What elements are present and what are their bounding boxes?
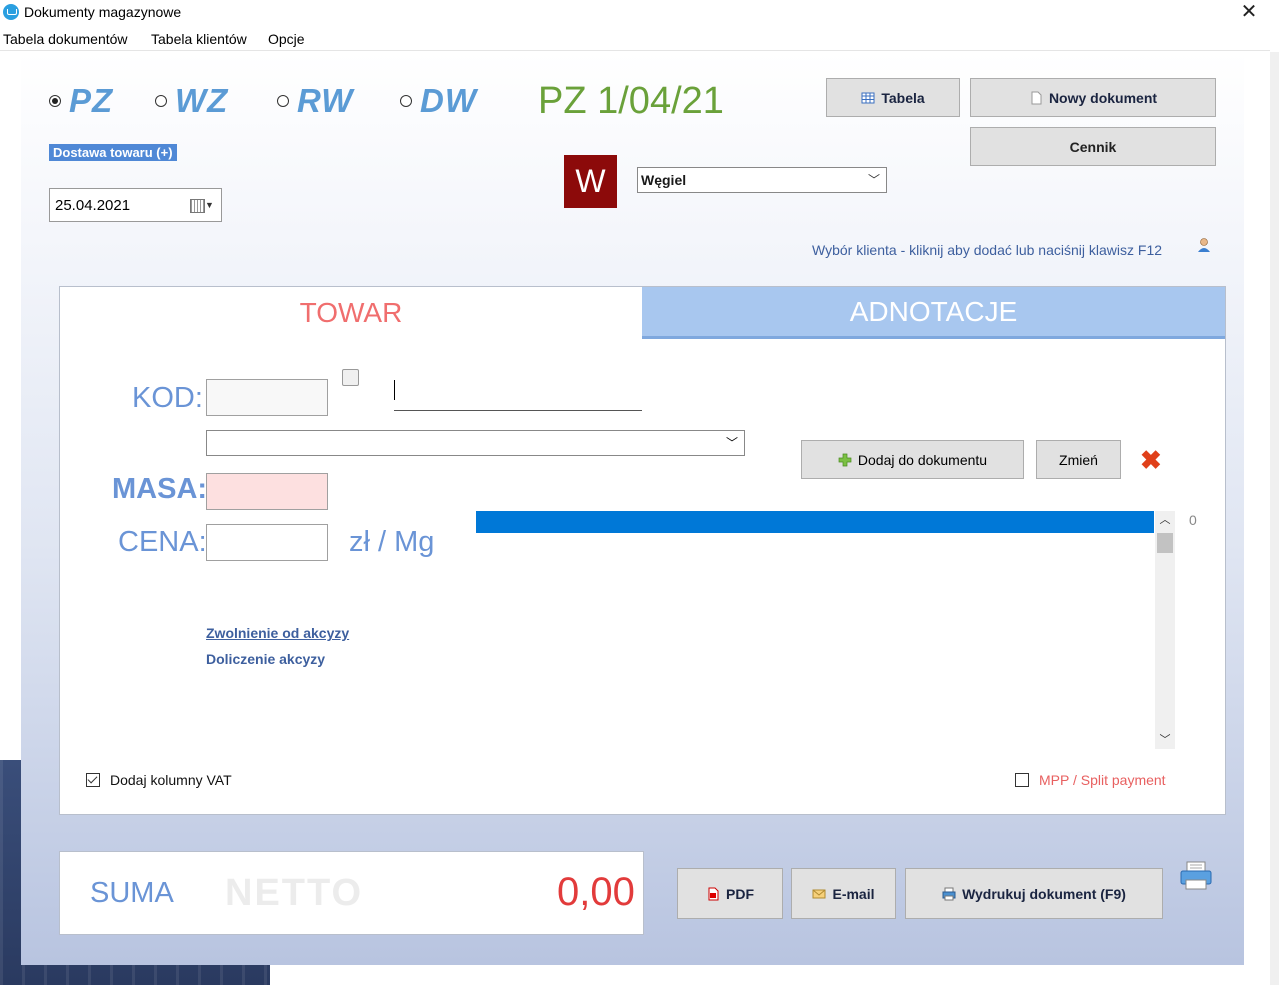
doc-type-label: PZ <box>69 82 114 119</box>
kod-label: KOD: <box>132 382 203 414</box>
doc-type-wz[interactable]: WZ <box>155 82 228 119</box>
sum-value: 0,00 <box>557 870 635 914</box>
scroll-thumb[interactable] <box>1157 533 1173 553</box>
document-subtype-badge: Dostawa towaru (+) <box>49 144 177 161</box>
new-document-button[interactable]: Nowy dokument <box>970 78 1216 117</box>
pdf-button-label: PDF <box>726 885 754 902</box>
delete-x-icon[interactable]: ✖ <box>1140 447 1162 473</box>
app-cart-icon <box>3 4 19 20</box>
doc-type-label: RW <box>297 82 354 119</box>
pdf-icon <box>708 887 719 900</box>
checkbox[interactable] <box>86 773 100 787</box>
radio-pz[interactable] <box>49 95 61 107</box>
items-list-header <box>476 511 1154 533</box>
item-panel: TOWAR ADNOTACJE KOD: ﹀ MASA: CENA: zł / … <box>59 286 1226 815</box>
email-button-label: E-mail <box>832 885 875 902</box>
date-value: 25.04.2021 <box>55 197 131 214</box>
scroll-down-arrow[interactable]: ﹀ <box>1155 731 1175 749</box>
email-button[interactable]: E-mail <box>791 868 896 919</box>
kod-input[interactable] <box>206 379 328 416</box>
menu-item-clients-table[interactable]: Tabela klientów <box>151 31 247 47</box>
items-list-scrollbar[interactable]: ︿ ﹀ <box>1155 511 1175 749</box>
masa-input[interactable] <box>206 473 328 510</box>
masa-label: MASA: <box>112 473 208 505</box>
table-button-label: Tabela <box>881 89 925 106</box>
new-document-label: Nowy dokument <box>1048 89 1158 106</box>
doc-type-label: WZ <box>175 82 229 119</box>
add-to-document-button[interactable]: Dodaj do dokumentu <box>801 440 1024 479</box>
chevron-down-icon: ﹀ <box>868 173 881 187</box>
date-picker[interactable]: 25.04.2021 ▼ <box>49 188 222 222</box>
checkbox[interactable] <box>1015 773 1029 787</box>
change-button-label: Zmień <box>1059 451 1098 468</box>
title-bar <box>0 0 1279 26</box>
vat-columns-label: Dodaj kolumny VAT <box>110 772 232 788</box>
print-document-label: Wydrukuj dokument (F9) <box>962 885 1126 902</box>
doc-type-dw[interactable]: DW <box>400 82 477 119</box>
plus-icon <box>838 453 852 466</box>
window-scrollbar[interactable] <box>1270 52 1279 985</box>
chevron-down-icon[interactable]: ▼ <box>205 200 214 210</box>
price-list-button[interactable]: Cennik <box>970 127 1216 166</box>
menu-item-options[interactable]: Opcje <box>268 31 305 47</box>
cena-label: CENA: <box>118 526 207 558</box>
window-title: Dokumenty magazynowe <box>24 4 182 20</box>
menu-divider <box>0 50 1270 51</box>
printer-icon <box>942 887 956 900</box>
print-document-button[interactable]: Wydrukuj dokument (F9) <box>905 868 1163 919</box>
client-select-value: Węgiel <box>641 172 687 188</box>
product-select[interactable]: ﹀ <box>206 430 745 456</box>
price-unit-label: zł / Mg <box>349 526 435 558</box>
menu-bar: Tabela dokumentów Tabela klientów Opcje <box>0 28 1279 50</box>
change-button[interactable]: Zmień <box>1036 440 1121 479</box>
tab-adnotacje[interactable]: ADNOTACJE <box>642 287 1225 339</box>
price-list-label: Cennik <box>1069 138 1117 155</box>
calendar-icon[interactable] <box>190 199 205 213</box>
radio-dw[interactable] <box>400 95 412 107</box>
summary-box: SUMA NETTO 0,00 <box>59 851 644 935</box>
items-count: 0 <box>1189 512 1197 528</box>
vat-columns-checkbox[interactable]: Dodaj kolumny VAT <box>86 772 232 788</box>
client-select-hint[interactable]: Wybór klienta - kliknij aby dodać lub na… <box>812 242 1162 258</box>
add-to-document-label: Dodaj do dokumentu <box>857 451 988 468</box>
excise-add-link[interactable]: Doliczenie akcyzy <box>206 651 325 667</box>
table-button[interactable]: Tabela <box>826 78 960 117</box>
user-icon[interactable] <box>1197 237 1211 253</box>
scroll-up-arrow[interactable]: ︿ <box>1155 511 1175 529</box>
menu-item-documents-table[interactable]: Tabela dokumentów <box>3 31 128 47</box>
lock-icon[interactable] <box>342 369 359 386</box>
printer-icon[interactable] <box>1179 860 1213 892</box>
chevron-down-icon: ﹀ <box>726 436 739 450</box>
excise-exempt-link[interactable]: Zwolnienie od akcyzy <box>206 625 349 641</box>
radio-rw[interactable] <box>277 95 289 107</box>
doc-type-pz[interactable]: PZ <box>49 82 113 119</box>
sum-label: SUMA <box>90 877 174 909</box>
envelope-icon <box>812 889 826 898</box>
client-select[interactable]: Węgiel ﹀ <box>637 167 887 193</box>
netto-label: NETTO <box>225 872 364 914</box>
doc-type-rw[interactable]: RW <box>277 82 353 119</box>
product-name-input[interactable] <box>394 380 642 411</box>
split-payment-label: MPP / Split payment <box>1039 772 1166 788</box>
document-number: PZ 1/04/21 <box>538 80 724 122</box>
doc-type-label: DW <box>420 82 477 119</box>
close-window-button[interactable]: ✕ <box>1236 0 1262 24</box>
document-icon <box>1031 91 1042 104</box>
client-avatar: W <box>564 155 617 208</box>
split-payment-checkbox[interactable]: MPP / Split payment <box>1015 772 1166 788</box>
radio-wz[interactable] <box>155 95 167 107</box>
cena-input[interactable] <box>206 524 328 561</box>
tab-towar[interactable]: TOWAR <box>60 287 642 339</box>
table-icon <box>861 92 875 103</box>
pdf-button[interactable]: PDF <box>677 868 783 919</box>
text-caret <box>394 380 395 400</box>
